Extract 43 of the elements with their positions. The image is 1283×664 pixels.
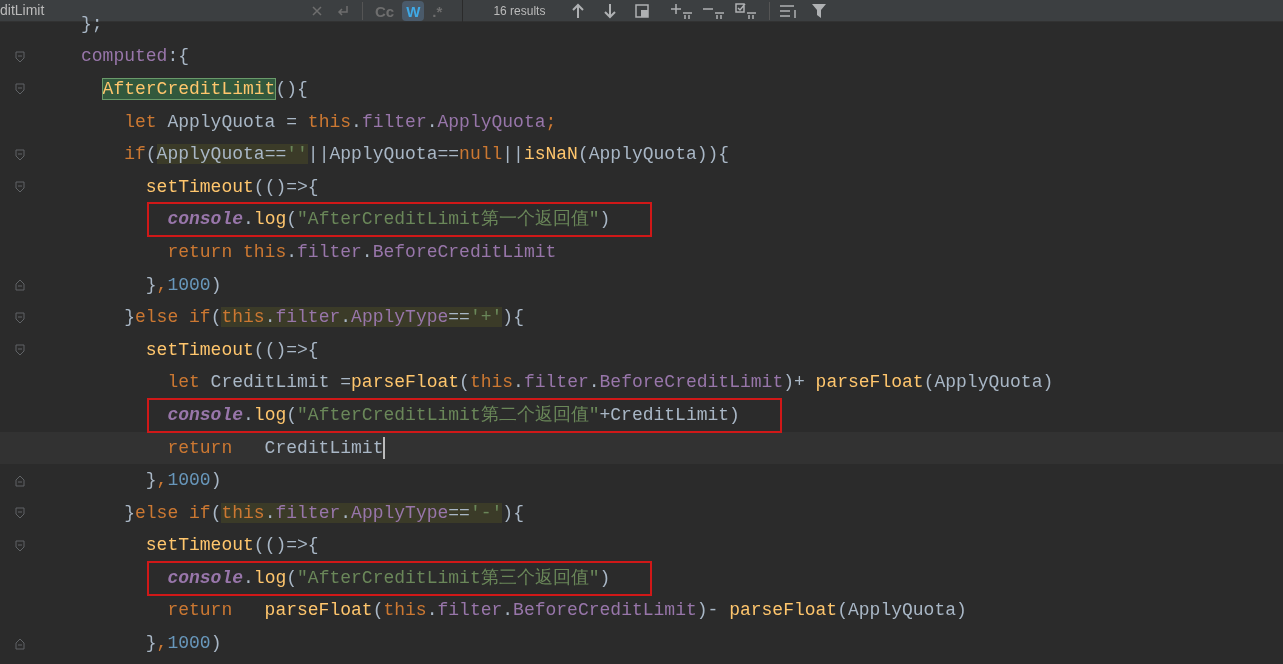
search-option-toggle[interactable]: W xyxy=(402,0,425,21)
fold-marker-icon[interactable] xyxy=(15,148,25,161)
code-line: computed:{ xyxy=(81,45,190,69)
code-line: console.log("AfterCreditLimit第一个返回值") xyxy=(167,208,611,232)
code-line: AfterCreditLimit(){ xyxy=(102,77,308,101)
code-line: let CreditLimit =parseFloat(this.filter.BeforeCreditLimit)+ parseFloat(ApplyQuota) xyxy=(167,371,1054,395)
fold-marker-icon[interactable] xyxy=(15,344,25,357)
code-line: }else if(this.filter.ApplyType=='+'){ xyxy=(124,306,524,330)
fold-marker-icon[interactable] xyxy=(15,83,25,96)
code-line: },1000) xyxy=(145,273,222,297)
arrow-down-icon[interactable] xyxy=(603,2,618,19)
code-line: console.log("AfterCreditLimit第三个返回值") xyxy=(167,566,611,590)
fold-marker-icon[interactable] xyxy=(15,50,25,63)
code-line: },1000) xyxy=(145,632,222,656)
search-option-toggle[interactable]: .* xyxy=(428,0,447,21)
code-line: if(ApplyQuota==''||ApplyQuota==null||isNaN(ApplyQuota)){ xyxy=(124,143,730,167)
code-line: return CreditLimit xyxy=(167,436,384,460)
code-line: },1000) xyxy=(145,469,222,493)
fold-marker-icon[interactable] xyxy=(15,637,25,650)
code-line: setTimeout(()=>{ xyxy=(145,534,319,558)
code-line: let ApplyQuota = this.filter.ApplyQuota; xyxy=(124,110,557,134)
code-line: setTimeout(()=>{ xyxy=(145,338,319,362)
fold-marker-icon[interactable] xyxy=(15,474,25,487)
code-line: console.log("AfterCreditLimit第二个返回值"+CreditLimit) xyxy=(167,403,740,427)
code-line: }; xyxy=(81,12,103,36)
fold-marker-icon[interactable] xyxy=(15,181,25,194)
code-line: return this.filter.BeforeCreditLimit xyxy=(167,240,557,264)
code-line: return parseFloat(this.filter.BeforeCreditLimit)- parseFloat(ApplyQuota) xyxy=(167,599,967,623)
code-line: setTimeout(()=>{ xyxy=(145,175,319,199)
return-arrow-icon[interactable] xyxy=(336,4,350,17)
results-count: 16 results xyxy=(493,2,546,20)
window-icon[interactable] xyxy=(635,3,650,18)
filter-icon[interactable] xyxy=(812,3,827,18)
close-icon[interactable] xyxy=(312,5,322,16)
fold-marker-icon[interactable] xyxy=(15,279,25,292)
fold-marker-icon[interactable] xyxy=(15,507,25,520)
fold-marker-icon[interactable] xyxy=(15,539,25,552)
select-all-icon[interactable] xyxy=(735,2,758,19)
arrow-up-icon[interactable] xyxy=(571,2,586,19)
add-occurrence-icon[interactable] xyxy=(671,2,694,19)
code-line: }else if(this.filter.ApplyType=='-'){ xyxy=(124,501,524,525)
fold-marker-icon[interactable] xyxy=(15,311,25,324)
filter-lines-icon[interactable] xyxy=(780,3,799,18)
